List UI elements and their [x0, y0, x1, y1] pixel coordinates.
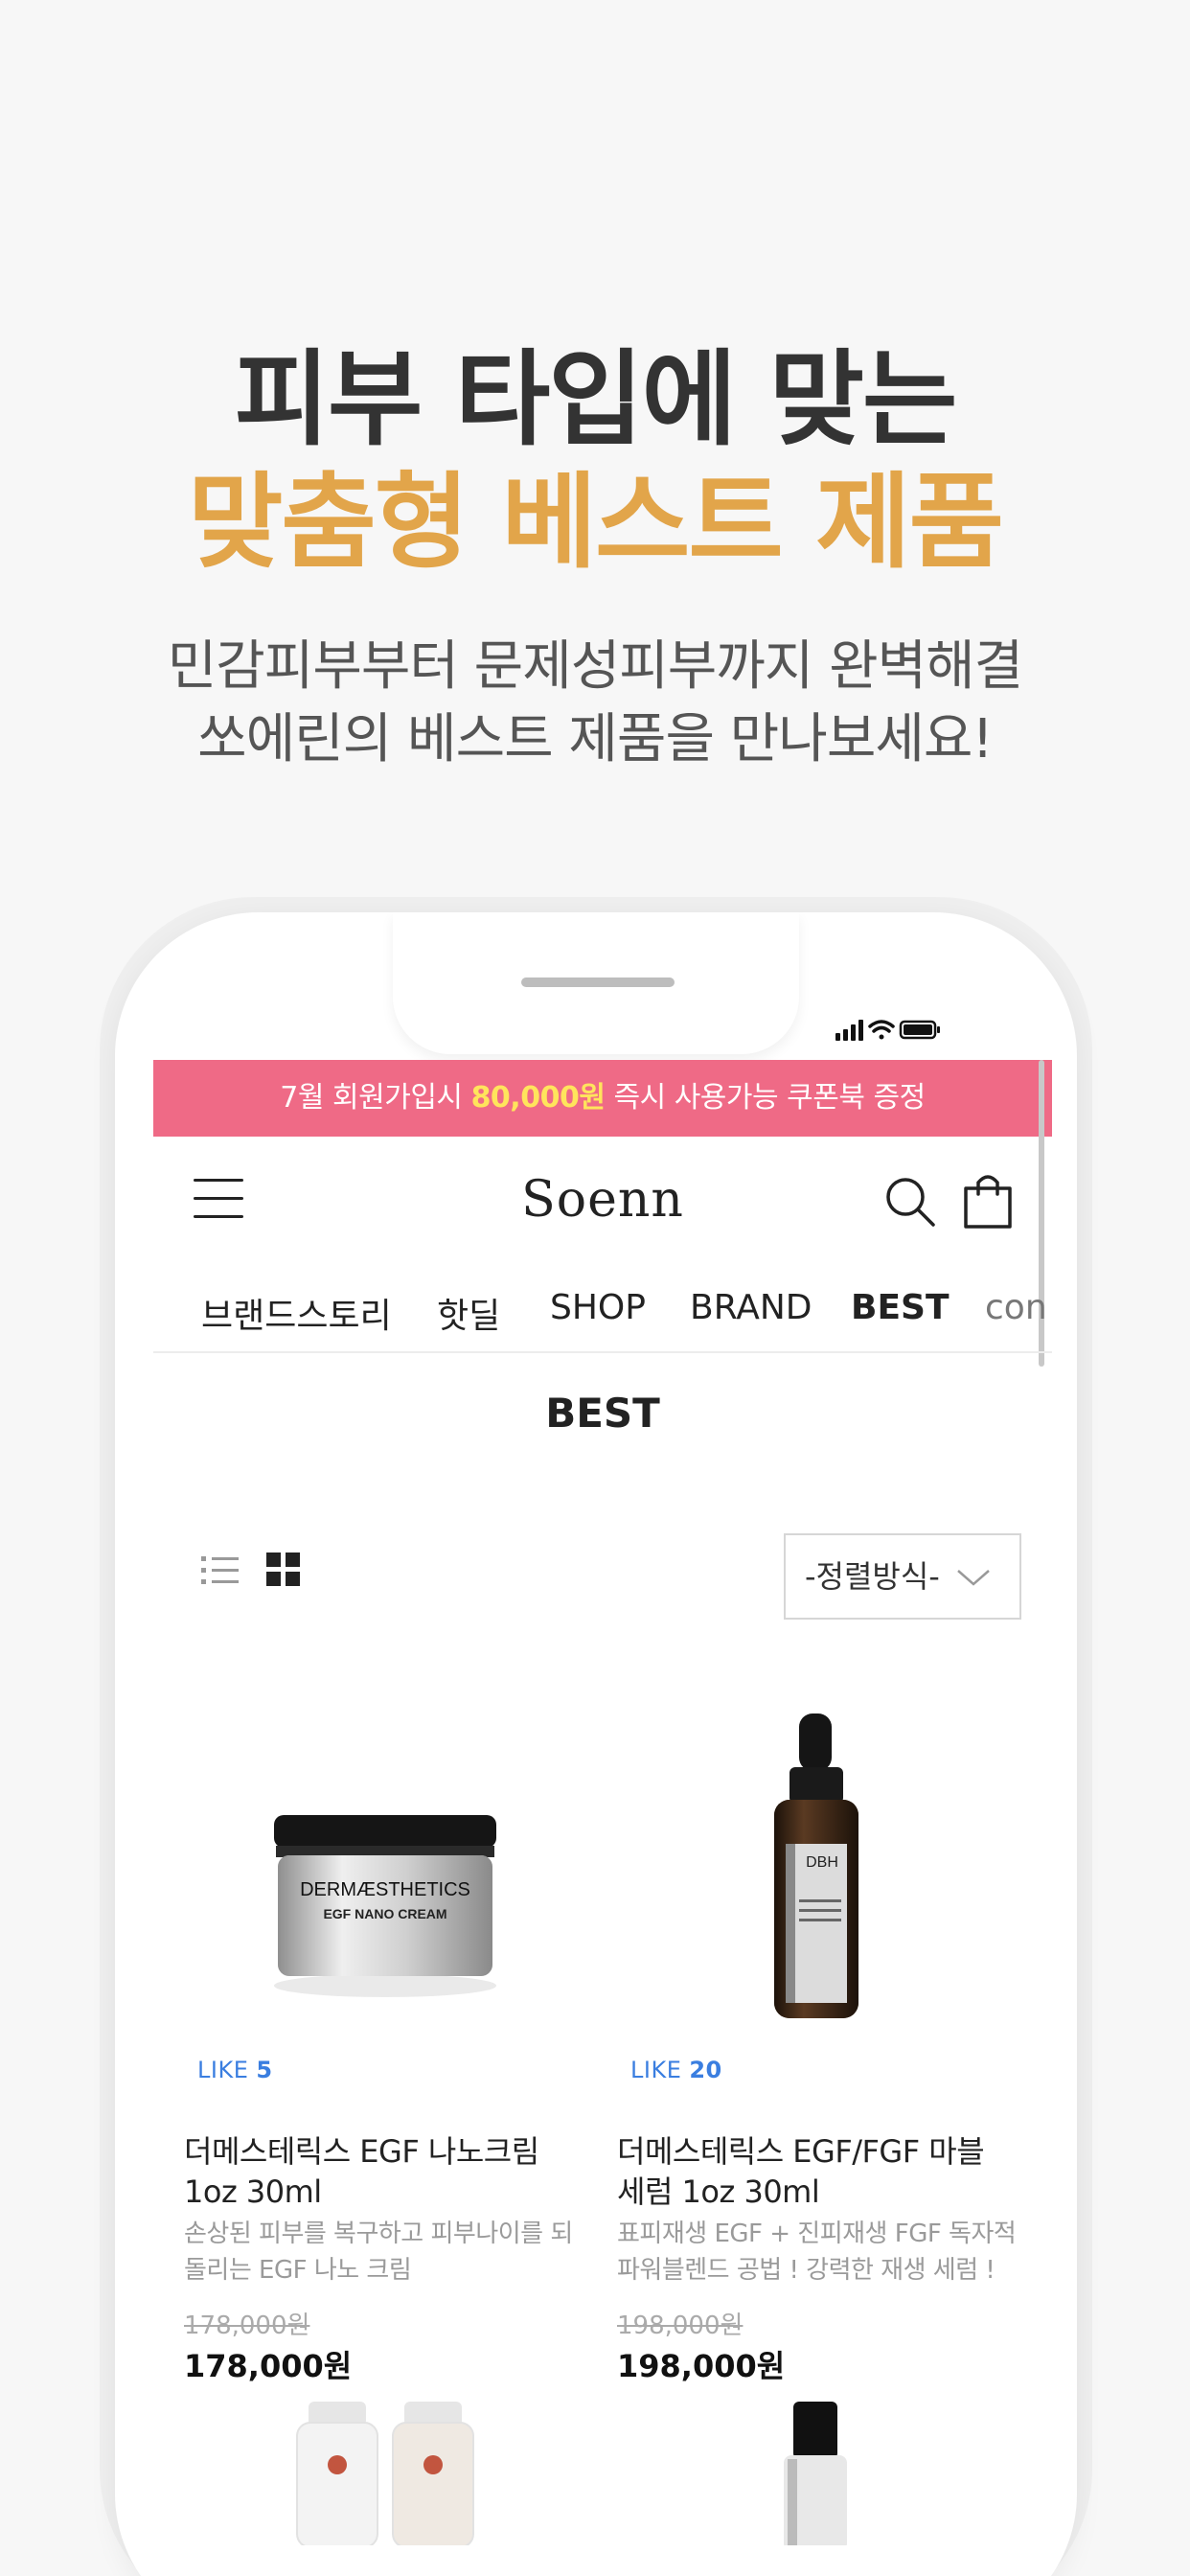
- page-title: BEST: [545, 1390, 660, 1437]
- like-number: 5: [256, 2057, 273, 2083]
- promo-headline-line2: 맞춤형 베스트 제품: [187, 463, 1004, 583]
- sale-price: 178,000원: [184, 2348, 353, 2384]
- product-description: 표피재생 EGF + 진피재생 FGF 독자적 파워블렌드 공법 ! 강력한 재…: [617, 2220, 1017, 2285]
- product-image-cream-jar[interactable]: DERMÆSTHETICS EGF NANO CREAM: [184, 1673, 586, 2037]
- original-price: 198,000원: [617, 2312, 744, 2340]
- promo-subtitle-line2: 쏘에린의 베스트 제품을 만나보세요!: [197, 708, 994, 770]
- signal-icon: [835, 1020, 863, 1041]
- bottle-label: DBH: [806, 1854, 838, 1871]
- app-header: Soenn: [153, 1137, 1052, 1271]
- product-image-partial-spray[interactable]: [617, 2402, 1019, 2545]
- product-name[interactable]: 더메스테릭스 EGF/FGF 마블 세럼 1oz 30ml: [617, 2131, 1019, 2212]
- phone-mockup: 7월 회원가입시 80,000원 즉시 사용가능 쿠폰북 증정 Soenn 브랜…: [115, 912, 1077, 2576]
- jar-label-bottom: EGF NANO CREAM: [323, 1906, 446, 1921]
- nav-item-hot-deal[interactable]: 핫딜: [437, 1288, 500, 1338]
- list-view-icon[interactable]: [201, 1554, 240, 1587]
- jar-label-top: DERMÆSTHETICS: [300, 1879, 470, 1900]
- wifi-icon: [868, 1020, 895, 1040]
- like-label: LIKE: [630, 2057, 682, 2083]
- like-number: 20: [689, 2057, 722, 2083]
- nav-item-con[interactable]: con: [985, 1288, 1047, 1327]
- phone-speaker: [521, 978, 675, 987]
- nav-item-brand-story[interactable]: 브랜드스토리: [201, 1288, 392, 1338]
- original-price: 178,000원: [184, 2312, 310, 2340]
- banner-text-after: 즉시 사용가능 쿠폰북 증정: [605, 1081, 926, 1115]
- search-icon[interactable]: [883, 1175, 937, 1229]
- product-image-serum-bottle[interactable]: DBH: [617, 1673, 1019, 2037]
- app-screen: 7월 회원가입시 80,000원 즉시 사용가능 쿠폰북 증정 Soenn 브랜…: [153, 1060, 1052, 2576]
- banner-text-before: 7월 회원가입시: [280, 1081, 471, 1115]
- like-label: LIKE: [197, 2057, 249, 2083]
- product-card[interactable]: DERMÆSTHETICS EGF NANO CREAM LIKE 5 더메스테릭…: [184, 1673, 586, 2402]
- product-description: 손상된 피부를 복구하고 피부나이를 되돌리는 EGF 나노 크림: [184, 2220, 573, 2285]
- like-count[interactable]: LIKE 5: [197, 2057, 273, 2083]
- grid-view-icon[interactable]: [266, 1552, 301, 1587]
- category-nav: 브랜드스토리 핫딜 SHOP BRAND BEST con: [153, 1271, 1052, 1353]
- nav-item-best[interactable]: BEST: [851, 1288, 950, 1327]
- nav-item-shop[interactable]: SHOP: [550, 1288, 646, 1327]
- sale-price: 198,000원: [617, 2348, 786, 2384]
- sort-label: -정렬방식-: [805, 1558, 940, 1595]
- banner-highlight: 80,000원: [470, 1081, 606, 1115]
- nav-item-brand[interactable]: BRAND: [690, 1288, 812, 1327]
- sort-dropdown[interactable]: -정렬방식-: [784, 1533, 1021, 1620]
- battery-icon: [899, 1020, 940, 1040]
- shopping-bag-icon[interactable]: [962, 1171, 1014, 1230]
- product-image-partial-bottles[interactable]: [184, 2402, 586, 2545]
- status-bar-icons: [835, 1020, 940, 1041]
- promo-banner[interactable]: 7월 회원가입시 80,000원 즉시 사용가능 쿠폰북 증정: [153, 1060, 1052, 1137]
- chevron-down-icon: [957, 1570, 990, 1586]
- promo-subtitle-line1: 민감피부부터 문제성피부까지 완벽해결: [167, 635, 1023, 698]
- product-name[interactable]: 더메스테릭스 EGF 나노크림 1oz 30ml: [184, 2131, 586, 2212]
- product-card[interactable]: DBH LIKE 20 더메스테릭스 EGF/FGF 마블 세럼 1oz 30ml…: [617, 1673, 1019, 2402]
- like-count[interactable]: LIKE 20: [630, 2057, 722, 2083]
